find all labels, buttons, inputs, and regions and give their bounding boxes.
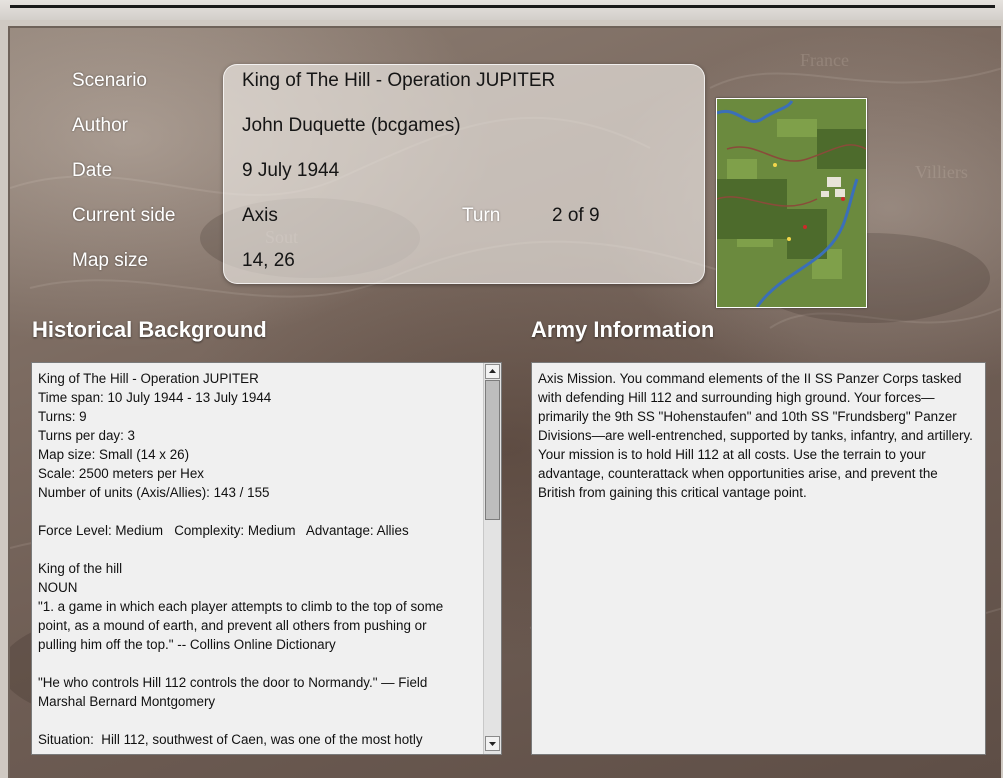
arrow-up-icon — [489, 369, 496, 373]
scenario-value: King of The Hill - Operation JUPITER — [242, 70, 556, 91]
date-value: 9 July 1944 — [242, 160, 340, 181]
historical-line: pulling him off the top." -- Collins Onl… — [38, 637, 336, 652]
army-information-title: Army Information — [531, 317, 715, 342]
historical-text-content: King of The Hill - Operation JUPITER Tim… — [38, 369, 486, 751]
historical-line: Time span: 10 July 1944 - 13 July 1944 — [38, 390, 272, 405]
historical-line: King of The Hill - Operation JUPITER — [38, 371, 259, 386]
map-size-label: Map size — [72, 250, 149, 271]
svg-text:France: France — [800, 50, 849, 70]
scroll-down-button[interactable] — [485, 736, 500, 751]
army-information-textbox[interactable]: Axis Mission. You command elements of th… — [531, 362, 986, 755]
army-information-text: Axis Mission. You command elements of th… — [538, 371, 973, 500]
historical-line: "1. a game in which each player attempts… — [38, 599, 444, 614]
historical-line — [38, 540, 486, 559]
historical-scrollbar[interactable] — [483, 363, 501, 754]
minimap-image — [717, 99, 866, 307]
historical-line: Turns: 9 — [38, 409, 87, 424]
window-top-strip — [0, 0, 1003, 20]
arrow-down-icon — [489, 742, 496, 746]
historical-line: Map size: Small (14 x 26) — [38, 447, 190, 462]
historical-line: NOUN — [38, 580, 78, 595]
current-side-value: Axis — [242, 205, 278, 226]
author-value: John Duquette (bcgames) — [242, 115, 461, 136]
scroll-up-button[interactable] — [485, 364, 500, 379]
scenario-minimap[interactable] — [716, 98, 867, 308]
scenario-panel: France Villiers Sout Scenario Author Dat… — [8, 26, 1001, 778]
historical-line: point, as a mound of earth, and prevent … — [38, 618, 427, 633]
historical-line: Situation: Hill 112, southwest of Caen, … — [38, 732, 423, 747]
historical-line — [38, 711, 486, 730]
turn-value: 2 of 9 — [552, 205, 600, 226]
svg-text:Villiers: Villiers — [915, 162, 968, 182]
historical-background-textbox[interactable]: King of The Hill - Operation JUPITER Tim… — [31, 362, 502, 755]
historical-line — [38, 502, 486, 521]
historical-line: Turns per day: 3 — [38, 428, 136, 443]
historical-line: "He who controls Hill 112 controls the d… — [38, 675, 428, 690]
historical-line: Scale: 2500 meters per Hex — [38, 466, 204, 481]
current-side-label: Current side — [72, 205, 176, 226]
scroll-thumb[interactable] — [485, 380, 500, 520]
top-divider — [10, 5, 995, 8]
historical-background-title: Historical Background — [32, 317, 267, 342]
turn-label: Turn — [462, 205, 501, 226]
historical-line: Number of units (Axis/Allies): 143 / 155 — [38, 485, 270, 500]
author-label: Author — [72, 115, 128, 136]
historical-line: King of the hill — [38, 561, 123, 576]
historical-line — [38, 654, 486, 673]
scenario-label: Scenario — [72, 70, 147, 91]
date-label: Date — [72, 160, 113, 181]
historical-line: Force Level: Medium Complexity: Medium A… — [38, 523, 409, 538]
historical-line: Marshal Bernard Montgomery — [38, 694, 216, 709]
map-size-value: 14, 26 — [242, 250, 295, 271]
